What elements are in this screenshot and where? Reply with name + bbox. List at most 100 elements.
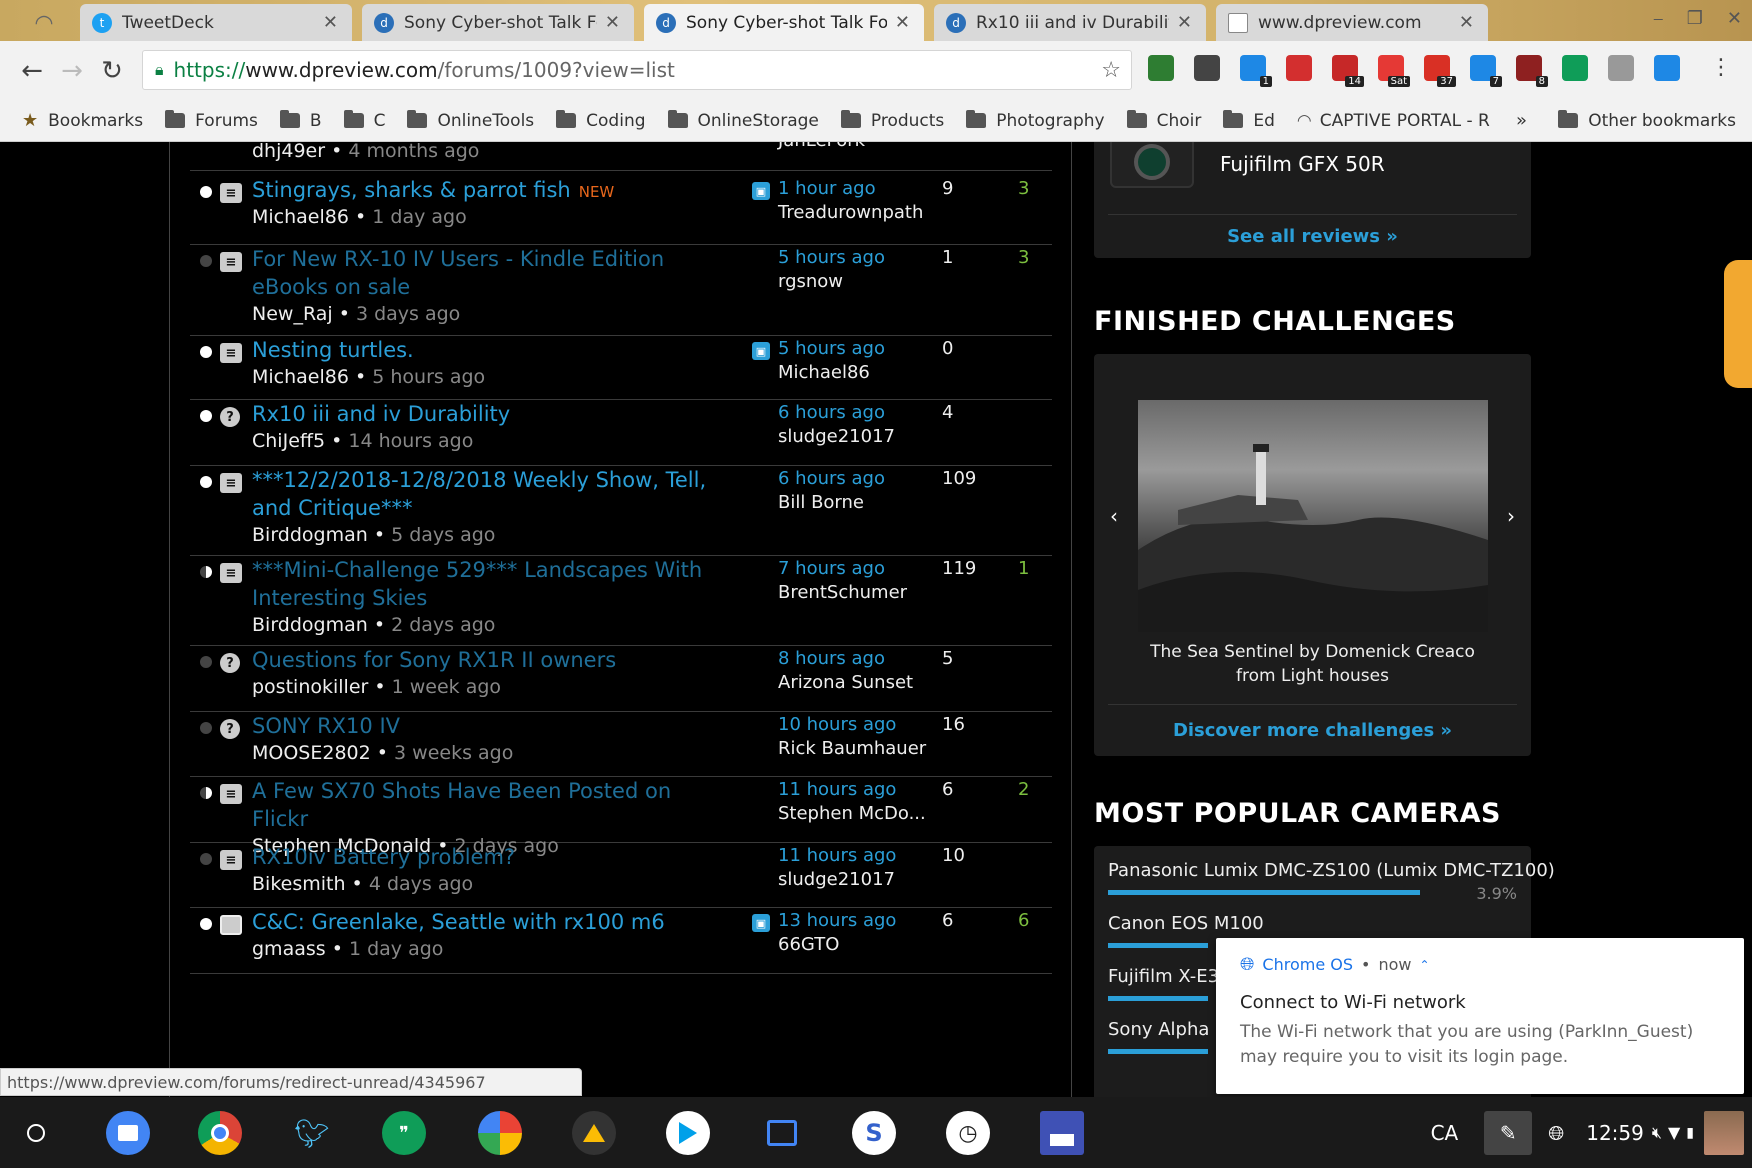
last-post-author[interactable]: JanLeFork (778, 142, 865, 151)
unread-count[interactable]: 3 (1018, 247, 1029, 268)
thread-title[interactable]: ***12/2/2018-12/8/2018 Weekly Show, Tell… (252, 466, 712, 522)
gmail-icon[interactable]: 37 (1424, 55, 1456, 87)
thread-row[interactable]: ? SONY RX10 IV MOOSE2802 • 3 weeks ago 10 h… (190, 712, 1052, 777)
launcher-icon[interactable] (14, 1111, 58, 1155)
last-post-author[interactable]: sludge21017 (778, 869, 895, 890)
bookmark-folder-c[interactable]: C (343, 110, 385, 131)
last-post-time[interactable]: 13 hours ago (778, 910, 896, 931)
thread-title-text[interactable]: For New RX-10 IV Users - Kindle Edition … (252, 247, 664, 299)
menu-icon[interactable]: ⋮ (1710, 55, 1732, 80)
last-post-author[interactable]: 66GTO (778, 934, 839, 955)
thread-title-text[interactable]: SONY RX10 IV (252, 714, 400, 738)
last-post-author[interactable]: sludge21017 (778, 426, 895, 447)
simplenote-icon[interactable]: S (852, 1111, 896, 1155)
thread-title[interactable]: For New RX-10 IV Users - Kindle Edition … (252, 245, 712, 301)
bookmark-folder-forums[interactable]: Forums (165, 110, 258, 131)
last-post-author[interactable]: rgsnow (778, 271, 843, 292)
avatar[interactable] (1704, 1110, 1744, 1155)
thread-row[interactable]: ? Questions for Sony RX1R II owners postin… (190, 646, 1052, 712)
mail-icon[interactable]: 7 (1470, 55, 1502, 87)
dots-icon[interactable] (1286, 55, 1312, 81)
thread-title-text[interactable]: Questions for Sony RX1R II owners (252, 648, 616, 672)
trello-icon[interactable]: 1 (1240, 55, 1272, 87)
unread-count[interactable]: 1 (1018, 558, 1029, 579)
pinned-tab[interactable]: ◠ (14, 6, 74, 40)
bookmark-folder-b[interactable]: B (279, 110, 322, 131)
files-icon[interactable] (106, 1111, 150, 1155)
author-name[interactable]: Michael86 (252, 366, 349, 388)
forward-button[interactable]: → (52, 51, 92, 91)
last-post-time[interactable]: 6 hours ago (778, 402, 885, 423)
thread-row[interactable]: ? Rx10 iii and iv Durability ChiJeff5 • 14… (190, 400, 1052, 466)
bookmark-star-icon[interactable]: ☆ (1101, 58, 1121, 83)
author-name[interactable]: ChiJeff5 (252, 430, 325, 452)
last-post-author[interactable]: Arizona Sunset (778, 672, 913, 693)
thread-row[interactable]: NEWdhj49er • 4 months agoJanLeFork (190, 142, 1052, 171)
last-post-time[interactable]: 7 hours ago (778, 558, 885, 579)
challenge-photo[interactable] (1138, 400, 1488, 632)
last-post-author[interactable]: Treadurownpath (778, 202, 923, 223)
author-name[interactable]: postinokiller (252, 676, 368, 698)
thread-row[interactable]: ≡ RX10iv Battery problem? Bikesmith • 4 da… (190, 843, 1052, 908)
author-name[interactable]: MOOSE2802 (252, 742, 371, 764)
back-button[interactable]: ← (12, 51, 52, 91)
last-post-time[interactable]: 5 hours ago (778, 247, 885, 268)
thread-title[interactable]: C&C: Greenlake, Seattle with rx100 m6 (252, 908, 712, 936)
camera-name[interactable]: Fujifilm X-E3 (1108, 966, 1219, 987)
tweetdeck-icon[interactable]: 🐦︎ (290, 1111, 334, 1155)
hangouts-icon[interactable]: ❞ (382, 1111, 426, 1155)
author-name[interactable]: Birddogman (252, 614, 368, 636)
close-icon[interactable]: ✕ (1459, 12, 1474, 33)
clock-icon[interactable]: ◷ (946, 1111, 990, 1155)
thread-title-text[interactable]: C&C: Greenlake, Seattle with rx100 m6 (252, 910, 665, 934)
more-bookmarks-chevron[interactable]: » (1516, 110, 1527, 131)
shield-icon[interactable]: 8 (1516, 55, 1548, 87)
stylus-button[interactable]: ✎ (1484, 1110, 1533, 1155)
thread-row[interactable]: ≡ Nesting turtles. Michael86 • 5 hours ago… (190, 336, 1052, 400)
thread-row[interactable]: ≡ A Few SX70 Shots Have Been Posted on Fl… (190, 777, 1052, 857)
tab-sony-talk-1[interactable]: d Sony Cyber-shot Talk Fo ✕ (362, 4, 634, 41)
author-name[interactable]: New_Raj (252, 303, 333, 325)
bookmarks-star[interactable]: ★ Bookmarks (22, 110, 143, 131)
last-post-time[interactable]: 11 hours ago (778, 845, 896, 866)
globe-icon[interactable]: 🌐︎ (1548, 1121, 1564, 1145)
drive-icon[interactable] (572, 1111, 616, 1155)
last-post-author[interactable]: BrentSchumer (778, 582, 907, 603)
bookmark-folder-onlinetools[interactable]: OnlineTools (407, 110, 534, 131)
ime-indicator[interactable]: CA (1431, 1121, 1459, 1145)
author-name[interactable]: gmaass (252, 938, 326, 960)
thread-title-text[interactable]: ***12/2/2018-12/8/2018 Weekly Show, Tell… (252, 468, 706, 520)
photos-icon[interactable] (478, 1111, 522, 1155)
last-post-time[interactable]: 6 hours ago (778, 468, 885, 489)
author-name[interactable]: dhj49er (252, 142, 325, 162)
close-icon[interactable]: ✕ (895, 12, 910, 33)
unread-count[interactable]: 3 (1018, 178, 1029, 199)
last-post-time[interactable]: 11 hours ago (778, 779, 896, 800)
close-icon[interactable]: ✕ (1177, 12, 1192, 33)
bookmark-captive-portal[interactable]: ◠ CAPTIVE PORTAL - R (1297, 111, 1490, 131)
thread-row[interactable]: ≡ ***12/2/2018-12/8/2018 Weekly Show, Tel… (190, 466, 1052, 556)
camera-name[interactable]: Panasonic Lumix DMC-ZS100 (Lumix DMC-TZ1… (1108, 860, 1555, 881)
thread-row[interactable]: ≡ Stingrays, sharks & parrot fish NEW Micha… (190, 176, 1052, 245)
bookmark-folder-choir[interactable]: Choir (1126, 110, 1201, 131)
close-window-icon[interactable]: ✕ (1727, 8, 1742, 29)
ring-icon[interactable] (1654, 55, 1680, 81)
bookmark-folder-ed[interactable]: Ed (1223, 110, 1275, 131)
reload-button[interactable]: ↻ (92, 51, 132, 91)
tab-dpreview[interactable]: www.dpreview.com ✕ (1216, 4, 1488, 41)
thread-title[interactable]: Stingrays, sharks & parrot fish NEW (252, 176, 712, 206)
unread-count[interactable]: 6 (1018, 910, 1029, 931)
tab-tweetdeck[interactable]: t TweetDeck ✕ (80, 4, 352, 41)
author-name[interactable]: Michael86 (252, 206, 349, 228)
bookmark-folder-products[interactable]: Products (840, 110, 944, 131)
thread-title[interactable]: Questions for Sony RX1R II owners (252, 646, 712, 674)
remote-desktop-icon[interactable] (760, 1111, 804, 1155)
camera-name[interactable]: Sony Alpha a (1108, 1019, 1226, 1040)
author-name[interactable]: Bikesmith (252, 873, 346, 895)
see-all-reviews-link[interactable]: See all reviews » (1094, 226, 1531, 247)
play-store-icon[interactable] (666, 1111, 710, 1155)
clock-time[interactable]: 12:59 (1586, 1121, 1644, 1145)
thread-title[interactable]: A Few SX70 Shots Have Been Posted on Fli… (252, 777, 712, 833)
other-bookmarks[interactable]: Other bookmarks (1558, 110, 1736, 131)
thread-row[interactable]: ≡ ***Mini-Challenge 529*** Landscapes Wit… (190, 556, 1052, 646)
